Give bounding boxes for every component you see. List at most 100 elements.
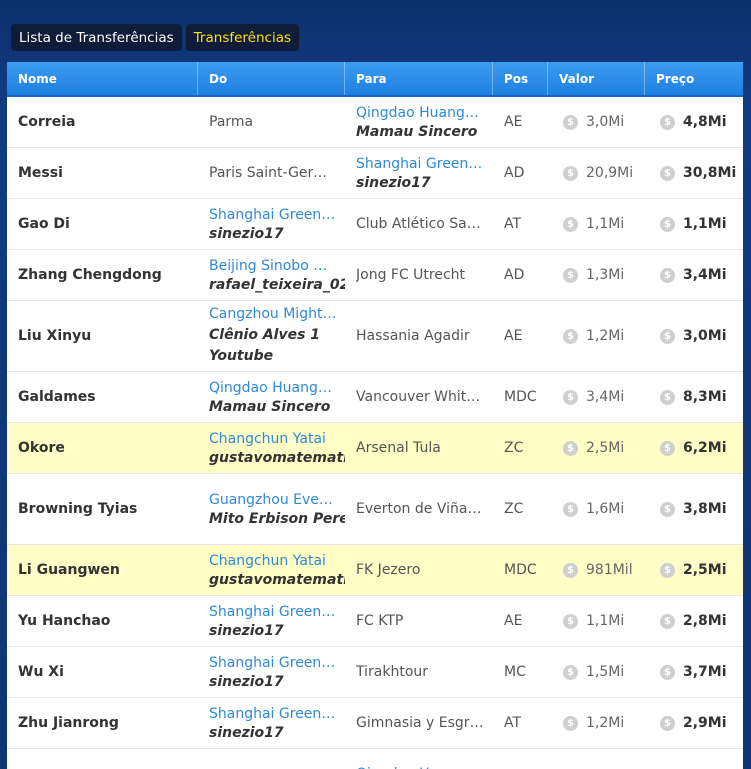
para-club-cell: Everton de Viña del Mar	[345, 474, 493, 544]
column-header-preco[interactable]: Preço	[645, 62, 743, 95]
column-header-nome[interactable]: Nome	[7, 62, 198, 95]
player-name[interactable]: Correia	[18, 114, 198, 130]
table-row[interactable]: Gao Di Shanghai Greenland Shenhua sinezio1…	[7, 199, 743, 250]
table-row[interactable]: Correia Parma Qingdao Huanghai Mamau Sincer…	[7, 97, 743, 148]
column-header-do[interactable]: Do	[198, 62, 345, 95]
player-name[interactable]: Okore	[18, 440, 198, 456]
do-manager-name[interactable]: Mamau Sincero	[209, 399, 345, 415]
player-name[interactable]: Zhang Chengdong	[18, 267, 198, 283]
table-row[interactable]: Okore Changchun Yatai gustavomatematica Ars…	[7, 423, 743, 474]
para-club-cell: Qingdao Huanghai Mamau Sincero	[345, 97, 493, 147]
table-row[interactable]: Galdames Qingdao Huanghai Mamau Sincero Van…	[7, 372, 743, 423]
table-row[interactable]: Liu Xinyu Cangzhou Mighty Lions Clênio Alv…	[7, 301, 743, 372]
tab-transfer-list[interactable]: Lista de Transferências	[11, 24, 182, 51]
position-label: AE	[504, 114, 523, 130]
para-club-cell: Vancouver Whitecaps	[345, 372, 493, 422]
coin-icon: $	[660, 267, 675, 283]
do-manager-name[interactable]: sinezio17	[209, 226, 345, 242]
para-club-cell: Qingdao Huanghai	[345, 749, 493, 769]
do-club-cell	[198, 749, 345, 769]
do-club-cell: Changchun Yatai gustavomatematica	[198, 545, 345, 595]
do-club-link[interactable]: Shanghai Greenland Shenhua	[209, 604, 345, 620]
do-manager-name[interactable]: sinezio17	[209, 674, 345, 690]
para-club-cell: Hassania Agadir	[345, 301, 493, 371]
table-row[interactable]: Li Guangwen Changchun Yatai gustavomatemat…	[7, 545, 743, 596]
price-amount: 2,5Mi	[683, 562, 727, 578]
coin-icon: $	[660, 389, 675, 405]
value-amount: 3,4Mi	[586, 389, 625, 405]
do-club-link[interactable]: Shanghai Greenland Shenhua	[209, 207, 345, 223]
player-name[interactable]: Wu Xi	[18, 664, 198, 680]
price-cell	[645, 749, 743, 769]
do-club-link[interactable]: Cangzhou Mighty Lions	[209, 306, 345, 322]
do-club-link[interactable]: Qingdao Huanghai	[209, 380, 345, 396]
value-amount: 1,1Mi	[586, 216, 625, 232]
para-club-name: Gimnasia y Esgrima	[356, 715, 493, 731]
player-name[interactable]: Zhu Jianrong	[18, 715, 198, 731]
tab-transfers[interactable]: Transferências	[185, 24, 299, 51]
do-club-cell: Shanghai Greenland Shenhua sinezio17	[198, 596, 345, 646]
coin-icon: $	[660, 562, 675, 578]
coin-icon: $	[660, 715, 675, 731]
para-club-link[interactable]: Qingdao Huanghai	[356, 105, 493, 121]
coin-icon: $	[563, 613, 578, 629]
player-name[interactable]: Galdames	[18, 389, 198, 405]
price-cell: $30,8Mi	[645, 148, 743, 198]
para-manager-name[interactable]: sinezio17	[356, 175, 493, 191]
table-row[interactable]: Zhu Jianrong Shanghai Greenland Shenhua si…	[7, 698, 743, 749]
do-club-link[interactable]: Shanghai Greenland Shenhua	[209, 655, 345, 671]
para-club-name: FC KTP	[356, 613, 404, 629]
coin-icon: $	[660, 328, 675, 344]
table-row[interactable]: Qingdao Huanghai	[7, 749, 743, 769]
price-amount: 1,1Mi	[683, 216, 727, 232]
coin-icon: $	[660, 501, 675, 517]
do-club-name: Parma	[209, 114, 254, 130]
player-name[interactable]: Browning Tyias	[18, 501, 198, 517]
para-club-cell: Club Atlético San Lorenzo	[345, 199, 493, 249]
player-name-cell: Liu Xinyu	[7, 301, 198, 371]
player-name[interactable]: Liu Xinyu	[18, 328, 198, 344]
do-manager-name[interactable]: sinezio17	[209, 725, 345, 741]
player-name[interactable]: Messi	[18, 165, 198, 181]
do-club-link[interactable]: Guangzhou Evergrande	[209, 492, 345, 508]
do-club-link[interactable]: Shanghai Greenland Shenhua	[209, 706, 345, 722]
position-label: AT	[504, 216, 522, 232]
player-name[interactable]: Li Guangwen	[18, 562, 198, 578]
para-club-name: Arsenal Tula	[356, 440, 441, 456]
table-row[interactable]: Browning Tyias Guangzhou Evergrande Mito E…	[7, 474, 743, 545]
do-manager-name[interactable]: sinezio17	[209, 623, 345, 639]
para-club-link[interactable]: Shanghai Greenland Shenhua	[356, 156, 493, 172]
price-amount: 30,8Mi	[683, 165, 737, 181]
table-row[interactable]: Yu Hanchao Shanghai Greenland Shenhua sine…	[7, 596, 743, 647]
column-header-para[interactable]: Para	[345, 62, 493, 95]
do-manager-name[interactable]: gustavomatematica	[209, 450, 345, 466]
do-club-link[interactable]: Changchun Yatai	[209, 553, 345, 569]
table-row[interactable]: Zhang Chengdong Beijing Sinobo Guoan rafae…	[7, 250, 743, 301]
do-manager-name[interactable]: gustavomatematica	[209, 572, 345, 588]
do-club-cell: Beijing Sinobo Guoan rafael_teixeira_027	[198, 250, 345, 300]
position-cell: AE	[493, 97, 548, 147]
para-club-name: Hassania Agadir	[356, 328, 470, 344]
value-cell: $1,1Mi	[548, 596, 645, 646]
do-club-name: Paris Saint-Germain	[209, 165, 345, 181]
player-name[interactable]: Yu Hanchao	[18, 613, 198, 629]
price-cell: $4,8Mi	[645, 97, 743, 147]
do-club-cell: Cangzhou Mighty Lions Clênio Alves 1 Yout…	[198, 301, 345, 371]
column-header-valor[interactable]: Valor	[548, 62, 645, 95]
do-club-cell: Qingdao Huanghai Mamau Sincero	[198, 372, 345, 422]
para-club-name: Vancouver Whitecaps	[356, 389, 493, 405]
do-manager-name[interactable]: Mito Erbison Pereira	[209, 511, 345, 527]
para-club-cell: Arsenal Tula	[345, 423, 493, 473]
coin-icon: $	[563, 267, 578, 283]
value-amount: 981Mil	[586, 562, 633, 578]
table-row[interactable]: Messi Paris Saint-Germain Shanghai Greenla…	[7, 148, 743, 199]
value-amount: 1,1Mi	[586, 613, 625, 629]
do-manager-name[interactable]: Clênio Alves 1 Youtube	[209, 325, 345, 367]
column-header-pos[interactable]: Pos	[493, 62, 548, 95]
table-row[interactable]: Wu Xi Shanghai Greenland Shenhua sinezio17…	[7, 647, 743, 698]
do-club-link[interactable]: Beijing Sinobo Guoan	[209, 258, 345, 274]
do-club-link[interactable]: Changchun Yatai	[209, 431, 345, 447]
para-manager-name[interactable]: Mamau Sincero	[356, 124, 493, 140]
player-name[interactable]: Gao Di	[18, 216, 198, 232]
do-manager-name[interactable]: rafael_teixeira_027	[209, 277, 345, 293]
